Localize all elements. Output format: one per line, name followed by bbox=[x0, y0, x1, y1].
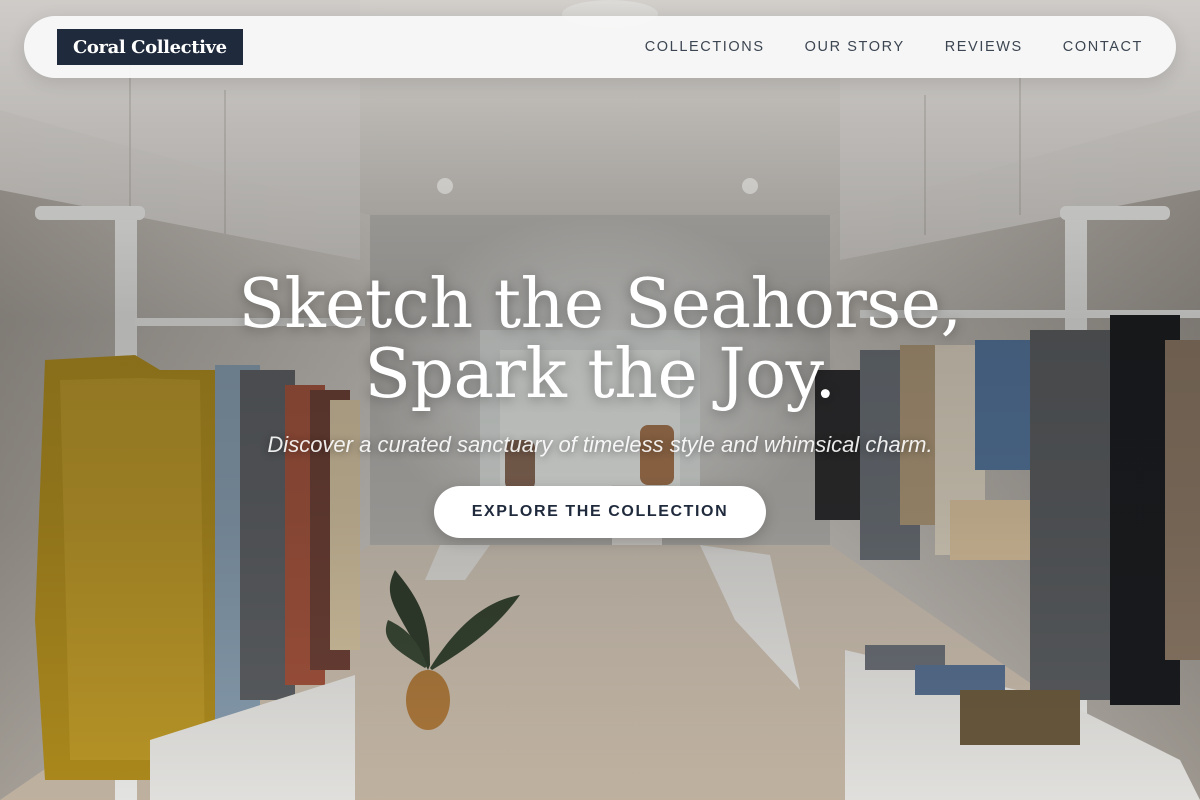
nav-link-our-story[interactable]: OUR STORY bbox=[805, 39, 905, 55]
nav-link-collections[interactable]: COLLECTIONS bbox=[645, 39, 765, 55]
hero-headline-line-2: Spark the Joy. bbox=[364, 335, 836, 414]
top-navbar: Coral Collective COLLECTIONS OUR STORY R… bbox=[24, 16, 1176, 78]
brand-logo[interactable]: Coral Collective bbox=[57, 29, 243, 65]
hero-headline-line-1: Sketch the Seahorse, bbox=[238, 265, 962, 344]
hero-content: Sketch the Seahorse, Spark the Joy. Disc… bbox=[0, 270, 1200, 538]
nav-link-reviews[interactable]: REVIEWS bbox=[945, 39, 1023, 55]
explore-collection-button[interactable]: EXPLORE THE COLLECTION bbox=[434, 486, 766, 538]
nav-links: COLLECTIONS OUR STORY REVIEWS CONTACT bbox=[605, 39, 1143, 55]
hero-headline: Sketch the Seahorse, Spark the Joy. bbox=[0, 270, 1200, 410]
nav-link-contact[interactable]: CONTACT bbox=[1063, 39, 1143, 55]
hero-tagline: Discover a curated sanctuary of timeless… bbox=[267, 432, 933, 457]
hero-section: Coral Collective COLLECTIONS OUR STORY R… bbox=[0, 0, 1200, 800]
